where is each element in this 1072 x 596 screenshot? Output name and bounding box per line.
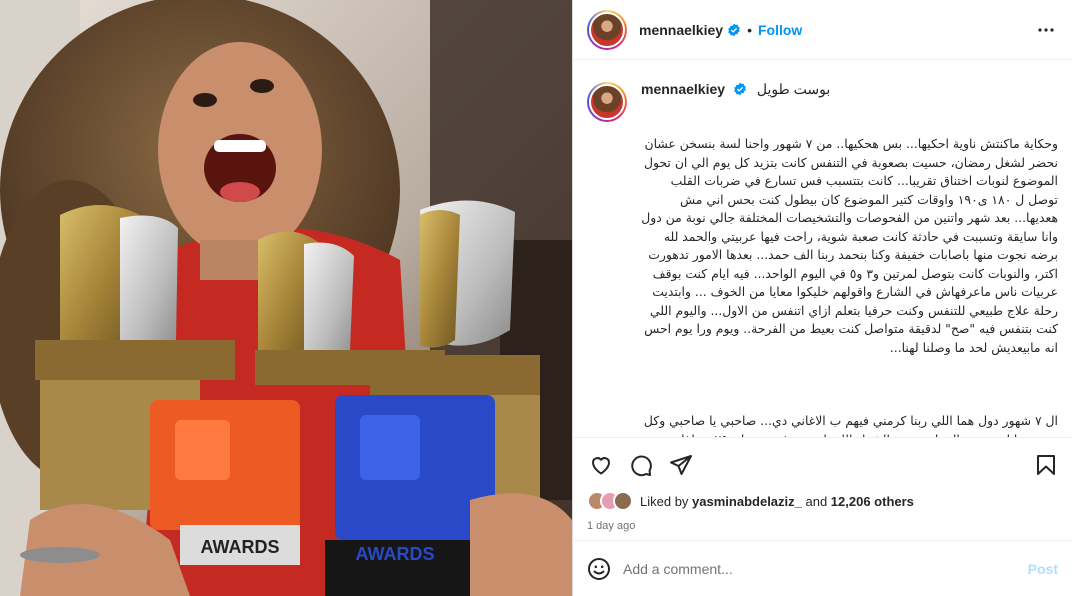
separator-dot: • [747, 21, 752, 38]
likes-prefix: Liked by [640, 493, 693, 509]
award-left-label: AWARDS [200, 537, 279, 557]
likes-row: Liked by yasminabdelaziz_ and 12,206 oth… [587, 486, 1058, 516]
caption-paragraph-1: وحكاية ماكنتش ناوية احكيها... بس هحكيها.… [637, 136, 1058, 355]
likes-count[interactable]: 12,206 others [831, 494, 914, 509]
caption-username[interactable]: mennaelkiey [641, 81, 725, 97]
follow-button[interactable]: Follow [758, 22, 802, 38]
post-header: mennaelkiey • Follow [573, 0, 1072, 60]
likes-middle: and [801, 493, 831, 509]
emoji-smiley-icon[interactable] [587, 557, 611, 581]
instagram-post: AWARDS AWARDS mennaelkiey • Follow menna… [0, 0, 1072, 596]
verified-badge-icon [727, 23, 741, 37]
liker-username[interactable]: yasminabdelaziz_ [692, 494, 802, 509]
caption-title: بوست طويل [756, 81, 831, 97]
heart-icon[interactable] [587, 451, 615, 479]
caption-text: وحكاية ماكنتش ناوية احكيها... بس هحكيها.… [641, 98, 1058, 437]
post-photo[interactable]: AWARDS AWARDS [0, 0, 572, 596]
caption-avatar[interactable] [587, 82, 627, 122]
comment-input[interactable] [623, 560, 1028, 577]
caption-header: mennaelkiey بوست طويل [641, 80, 1058, 98]
photo-illustration: AWARDS AWARDS [0, 0, 572, 596]
likes-summary[interactable]: Liked by yasminabdelaziz_ and 12,206 oth… [640, 494, 914, 509]
caption-section: mennaelkiey بوست طويل وحكاية ماكنتش ناوي… [573, 60, 1072, 437]
caption-body: mennaelkiey بوست طويل وحكاية ماكنتش ناوي… [641, 80, 1058, 437]
author-avatar[interactable] [587, 9, 627, 50]
post-side-panel: mennaelkiey • Follow mennaelkiey بوست طو… [572, 0, 1072, 596]
actions-section: Liked by yasminabdelaziz_ and 12,206 oth… [573, 437, 1072, 532]
paper-plane-share-icon[interactable] [667, 451, 695, 479]
verified-badge-icon [733, 82, 747, 96]
bookmark-icon[interactable] [1032, 451, 1060, 479]
post-comment-button[interactable]: Post [1028, 561, 1058, 577]
action-bar [587, 448, 1058, 482]
award-right-label: AWARDS [355, 544, 434, 564]
author-username[interactable]: mennaelkiey [639, 22, 723, 38]
comment-bar: Post [573, 540, 1072, 596]
comment-bubble-icon[interactable] [627, 451, 655, 479]
caption-paragraph-2: ال ٧ شهور دول هما اللي ربنا كرمني فيهم ب… [643, 413, 1058, 437]
post-timestamp[interactable]: 1 day ago [587, 520, 1058, 532]
liker-avatar[interactable] [613, 491, 633, 511]
more-horizontal-icon[interactable] [1034, 18, 1058, 42]
